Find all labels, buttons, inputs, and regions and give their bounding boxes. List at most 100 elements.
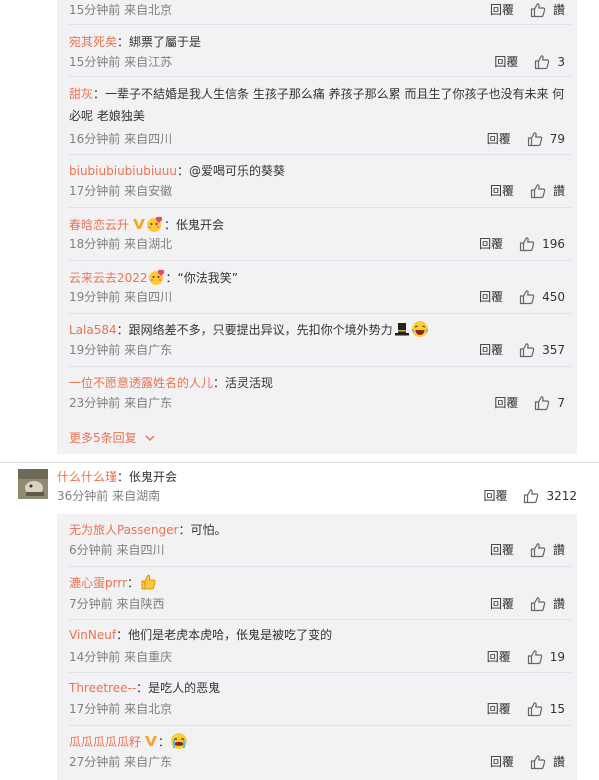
reply-text: ：綁票了屬于是 (117, 35, 202, 49)
avatar[interactable] (18, 469, 48, 499)
reply-text: ：一辈子不結婚是我人生信条 生孩子那么痛 养孩子那么累 而且生了你孩子也没有未来… (69, 87, 565, 123)
like-count: 196 (542, 237, 565, 251)
reply-nickname[interactable]: 一位不愿意透露姓名的人儿 (69, 376, 213, 390)
reply-item: biubiubiubiubiuuu：@爱喝可乐的葵葵 17分钟前 来自安徽 回覆… (69, 155, 571, 208)
reply-nickname[interactable]: 漉心蛋prrr (69, 576, 127, 590)
hat-icon (394, 323, 409, 336)
reply-meta: 19分钟前 来自广东 (69, 342, 172, 358)
reply-item: 云来云去2022 ：“你法我笑” 19分钟前 来自四川 回覆 450 (69, 261, 571, 314)
reply-time: 15分钟前 (69, 55, 121, 69)
reply-button[interactable]: 回覆 (494, 395, 518, 411)
like-button[interactable]: 讚 (530, 542, 565, 558)
like-button[interactable]: 讚 (530, 2, 565, 18)
reply-location: 来自四川 (124, 290, 173, 304)
like-button[interactable]: 讚 (530, 596, 565, 612)
reply-location: 来自广东 (124, 343, 173, 357)
reply-location: 来自四川 (124, 132, 173, 146)
crying-emoji-icon (171, 733, 188, 749)
reply-button[interactable]: 回覆 (483, 488, 507, 504)
reply-meta: 17分钟前 来自北京 (69, 701, 172, 717)
like-button[interactable]: 15 (527, 701, 565, 717)
laughing-emoji-icon (411, 321, 428, 337)
like-count: 3 (557, 55, 565, 69)
more-replies-label: 更多5条回复 (69, 431, 137, 445)
reply-nickname[interactable]: VinNeuf (69, 628, 116, 642)
like-button[interactable]: 19 (527, 649, 565, 665)
reply-time: 17分钟前 (69, 184, 121, 198)
reply-actions: 回覆 讚 (490, 542, 565, 558)
like-button[interactable]: 196 (519, 236, 565, 252)
like-button[interactable]: 7 (534, 395, 565, 411)
reply-button[interactable]: 回覆 (479, 289, 503, 305)
like-count: 讚 (552, 3, 565, 17)
reply-time: 16分钟前 (69, 132, 121, 146)
like-count: 79 (549, 132, 565, 146)
like-count: 7 (557, 396, 565, 410)
reply-content: 漉心蛋prrr： (69, 573, 157, 592)
thumbs-up-icon (530, 543, 546, 558)
reply-item: 春晗恋云升 ：伥鬼开会 18分钟前 来自湖北 回覆 196 (69, 208, 571, 261)
reply-button[interactable]: 回覆 (490, 183, 514, 199)
reply-item: 一位不愿意透露姓名的人儿：活灵活现 23分钟前 来自广东 回覆 7 (69, 367, 571, 420)
comment-actions: 回覆 3212 (483, 488, 577, 504)
reply-nickname[interactable]: Lala584 (69, 323, 117, 337)
reply-nickname[interactable]: 宛其死矣 (69, 35, 117, 49)
like-button[interactable]: 79 (527, 131, 565, 147)
like-button[interactable]: 3212 (523, 488, 577, 504)
reply-nickname[interactable]: 瓜瓜瓜瓜瓜籽 (69, 735, 141, 749)
like-button[interactable]: 3 (534, 54, 565, 70)
reply-content: Lala584：跟网络差不多，只要提出异议，先扣你个境外势力 (69, 320, 429, 339)
reply-button[interactable]: 回覆 (494, 54, 518, 70)
reply-content: 一位不愿意透露姓名的人儿：活灵活现 (69, 374, 273, 392)
reply-time: 27分钟前 (69, 755, 121, 769)
reply-content: 瓜瓜瓜瓜瓜籽 ： (69, 732, 188, 751)
reply-content: Threetree--：是吃人的恶鬼 (69, 679, 220, 697)
reply-item: 瓜瓜瓜瓜瓜籽 ： 27分钟前 来自广东 回覆 讚 (69, 726, 571, 780)
reply-button[interactable]: 回覆 (487, 701, 511, 717)
reply-button[interactable]: 回覆 (490, 542, 514, 558)
reply-text: ：他们是老虎本虎哈，伥鬼是被吃了变的 (116, 628, 333, 642)
reply-nickname[interactable]: Threetree-- (69, 681, 136, 695)
reply-meta: 23分钟前 来自广东 (69, 395, 172, 411)
like-button[interactable]: 讚 (530, 183, 565, 199)
reply-button[interactable]: 回覆 (490, 2, 514, 18)
reply-time: 19分钟前 (69, 343, 121, 357)
like-count: 15 (549, 702, 565, 716)
reply-item: 15分钟前 来自北京 回覆 讚 (69, 0, 571, 25)
reply-nickname[interactable]: 云来云去2022 (69, 271, 148, 285)
reply-button[interactable]: 回覆 (487, 131, 511, 147)
reply-text: ： (127, 576, 140, 590)
reply-time: 6分钟前 (69, 543, 113, 557)
comment-item: 什么什么瑾：伥鬼开会 36分钟前 来自湖南 回覆 3212 (57, 468, 577, 508)
reply-button[interactable]: 回覆 (490, 596, 514, 612)
reply-nickname[interactable]: 春晗恋云升 (69, 218, 129, 232)
reply-button[interactable]: 回覆 (479, 342, 503, 358)
like-button[interactable]: 450 (519, 289, 565, 305)
thumbs-up-icon (535, 396, 550, 411)
reply-text: ：活灵活现 (213, 376, 274, 390)
reply-button[interactable]: 回覆 (487, 649, 511, 665)
thumbs-up-icon (524, 489, 539, 504)
like-button[interactable]: 讚 (530, 754, 565, 770)
reply-location: 来自重庆 (124, 650, 173, 664)
reply-item: Lala584：跟网络差不多，只要提出异议，先扣你个境外势力 19分钟前 来自广… (69, 314, 571, 367)
reply-location: 来自安徽 (124, 184, 173, 198)
more-replies-link[interactable]: 更多5条回复 (69, 429, 155, 446)
reply-item: 甜灰：一辈子不結婚是我人生信条 生孩子那么痛 养孩子那么累 而且生了你孩子也没有… (69, 77, 571, 155)
reply-location: 来自广东 (124, 755, 173, 769)
reply-meta: 15分钟前 来自江苏 (69, 54, 172, 70)
reply-nickname[interactable]: 甜灰 (69, 87, 93, 101)
comment-nickname[interactable]: 什么什么瑾 (57, 470, 117, 484)
reply-nickname[interactable]: biubiubiubiubiuuu (69, 164, 177, 178)
reply-time: 23分钟前 (69, 396, 121, 410)
comment-text: ：伥鬼开会 (117, 470, 178, 484)
like-count: 讚 (552, 755, 565, 769)
reply-nickname[interactable]: 无为旅人Passenger (69, 523, 178, 537)
reply-actions: 回覆 450 (479, 289, 565, 305)
reply-actions: 回覆 3 (494, 54, 565, 70)
reply-button[interactable]: 回覆 (479, 236, 503, 252)
reply-button[interactable]: 回覆 (490, 754, 514, 770)
like-button[interactable]: 357 (519, 342, 565, 358)
reply-actions: 回覆 19 (487, 649, 565, 665)
thumbs-up-icon (535, 55, 550, 70)
